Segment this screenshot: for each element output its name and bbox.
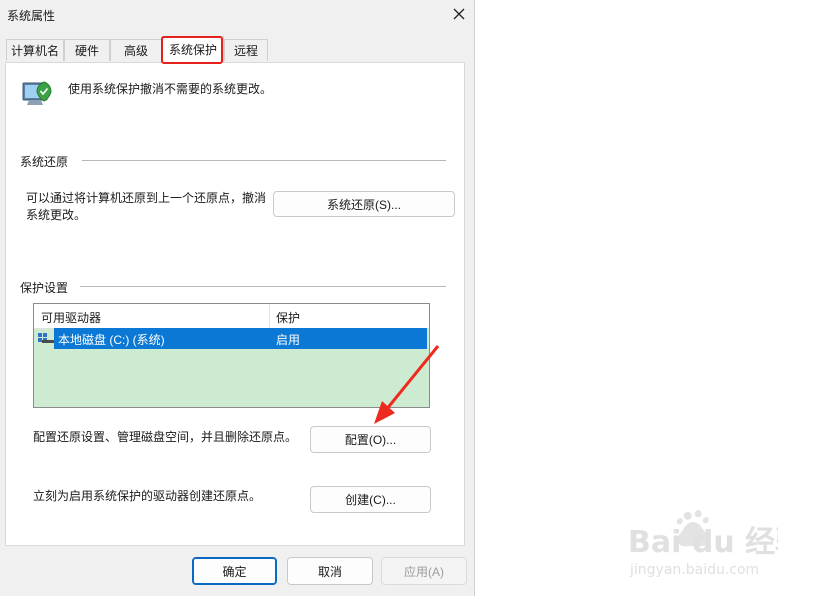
- annotation-arrow-icon: [374, 345, 440, 424]
- apply-button[interactable]: 应用(A): [381, 557, 467, 585]
- column-separator[interactable]: [269, 304, 270, 328]
- window-title: 系统属性: [7, 9, 56, 23]
- list-header: 可用驱动器 保护: [34, 304, 429, 329]
- system-protection-icon: [22, 81, 52, 105]
- tab-hardware[interactable]: 硬件: [64, 39, 110, 61]
- system-properties-dialog: 系统属性 计算机名 硬件 高级 系统保护 远程 使用系统保护撤消不需要的系统更改…: [0, 0, 475, 596]
- disk-drive-icon: [38, 333, 54, 343]
- protection-status: 启用: [276, 333, 301, 347]
- ok-button[interactable]: 确定: [192, 557, 277, 585]
- tab-system-protection[interactable]: 系统保护: [162, 36, 224, 62]
- page-description: 使用系统保护撤消不需要的系统更改。: [68, 82, 273, 96]
- system-restore-group-label: 系统还原: [20, 153, 69, 170]
- tab-computer-name[interactable]: 计算机名: [6, 39, 64, 61]
- cancel-button[interactable]: 取消: [287, 557, 373, 585]
- close-button[interactable]: [446, 3, 472, 25]
- configure-description: 配置还原设置、管理磁盘空间，并且删除还原点。: [33, 430, 298, 444]
- tab-remote[interactable]: 远程: [224, 39, 268, 61]
- create-button[interactable]: 创建(C)...: [310, 486, 431, 513]
- title-bar[interactable]: 系统属性: [0, 0, 474, 30]
- column-header-drives[interactable]: 可用驱动器: [41, 309, 101, 326]
- restore-description-line1: 可以通过将计算机还原到上一个还原点，撤消: [26, 191, 267, 205]
- system-restore-button[interactable]: 系统还原(S)...: [273, 191, 455, 217]
- column-header-protection[interactable]: 保护: [276, 309, 300, 326]
- divider: [80, 286, 446, 287]
- close-icon: [453, 8, 465, 20]
- baidu-watermark-logo: Bai du 经验 jingyan.baidu.com: [628, 510, 778, 578]
- divider: [82, 160, 446, 161]
- drive-name: 本地磁盘 (C:) (系统): [58, 333, 165, 347]
- create-description: 立刻为启用系统保护的驱动器创建还原点。: [33, 489, 262, 503]
- tab-advanced[interactable]: 高级: [110, 39, 162, 61]
- restore-description-line2: 系统更改。: [26, 208, 87, 222]
- protection-settings-group-label: 保护设置: [20, 279, 69, 296]
- watermark-url: jingyan.baidu.com: [629, 562, 759, 578]
- watermark-brand: Bai du 经验: [628, 525, 778, 560]
